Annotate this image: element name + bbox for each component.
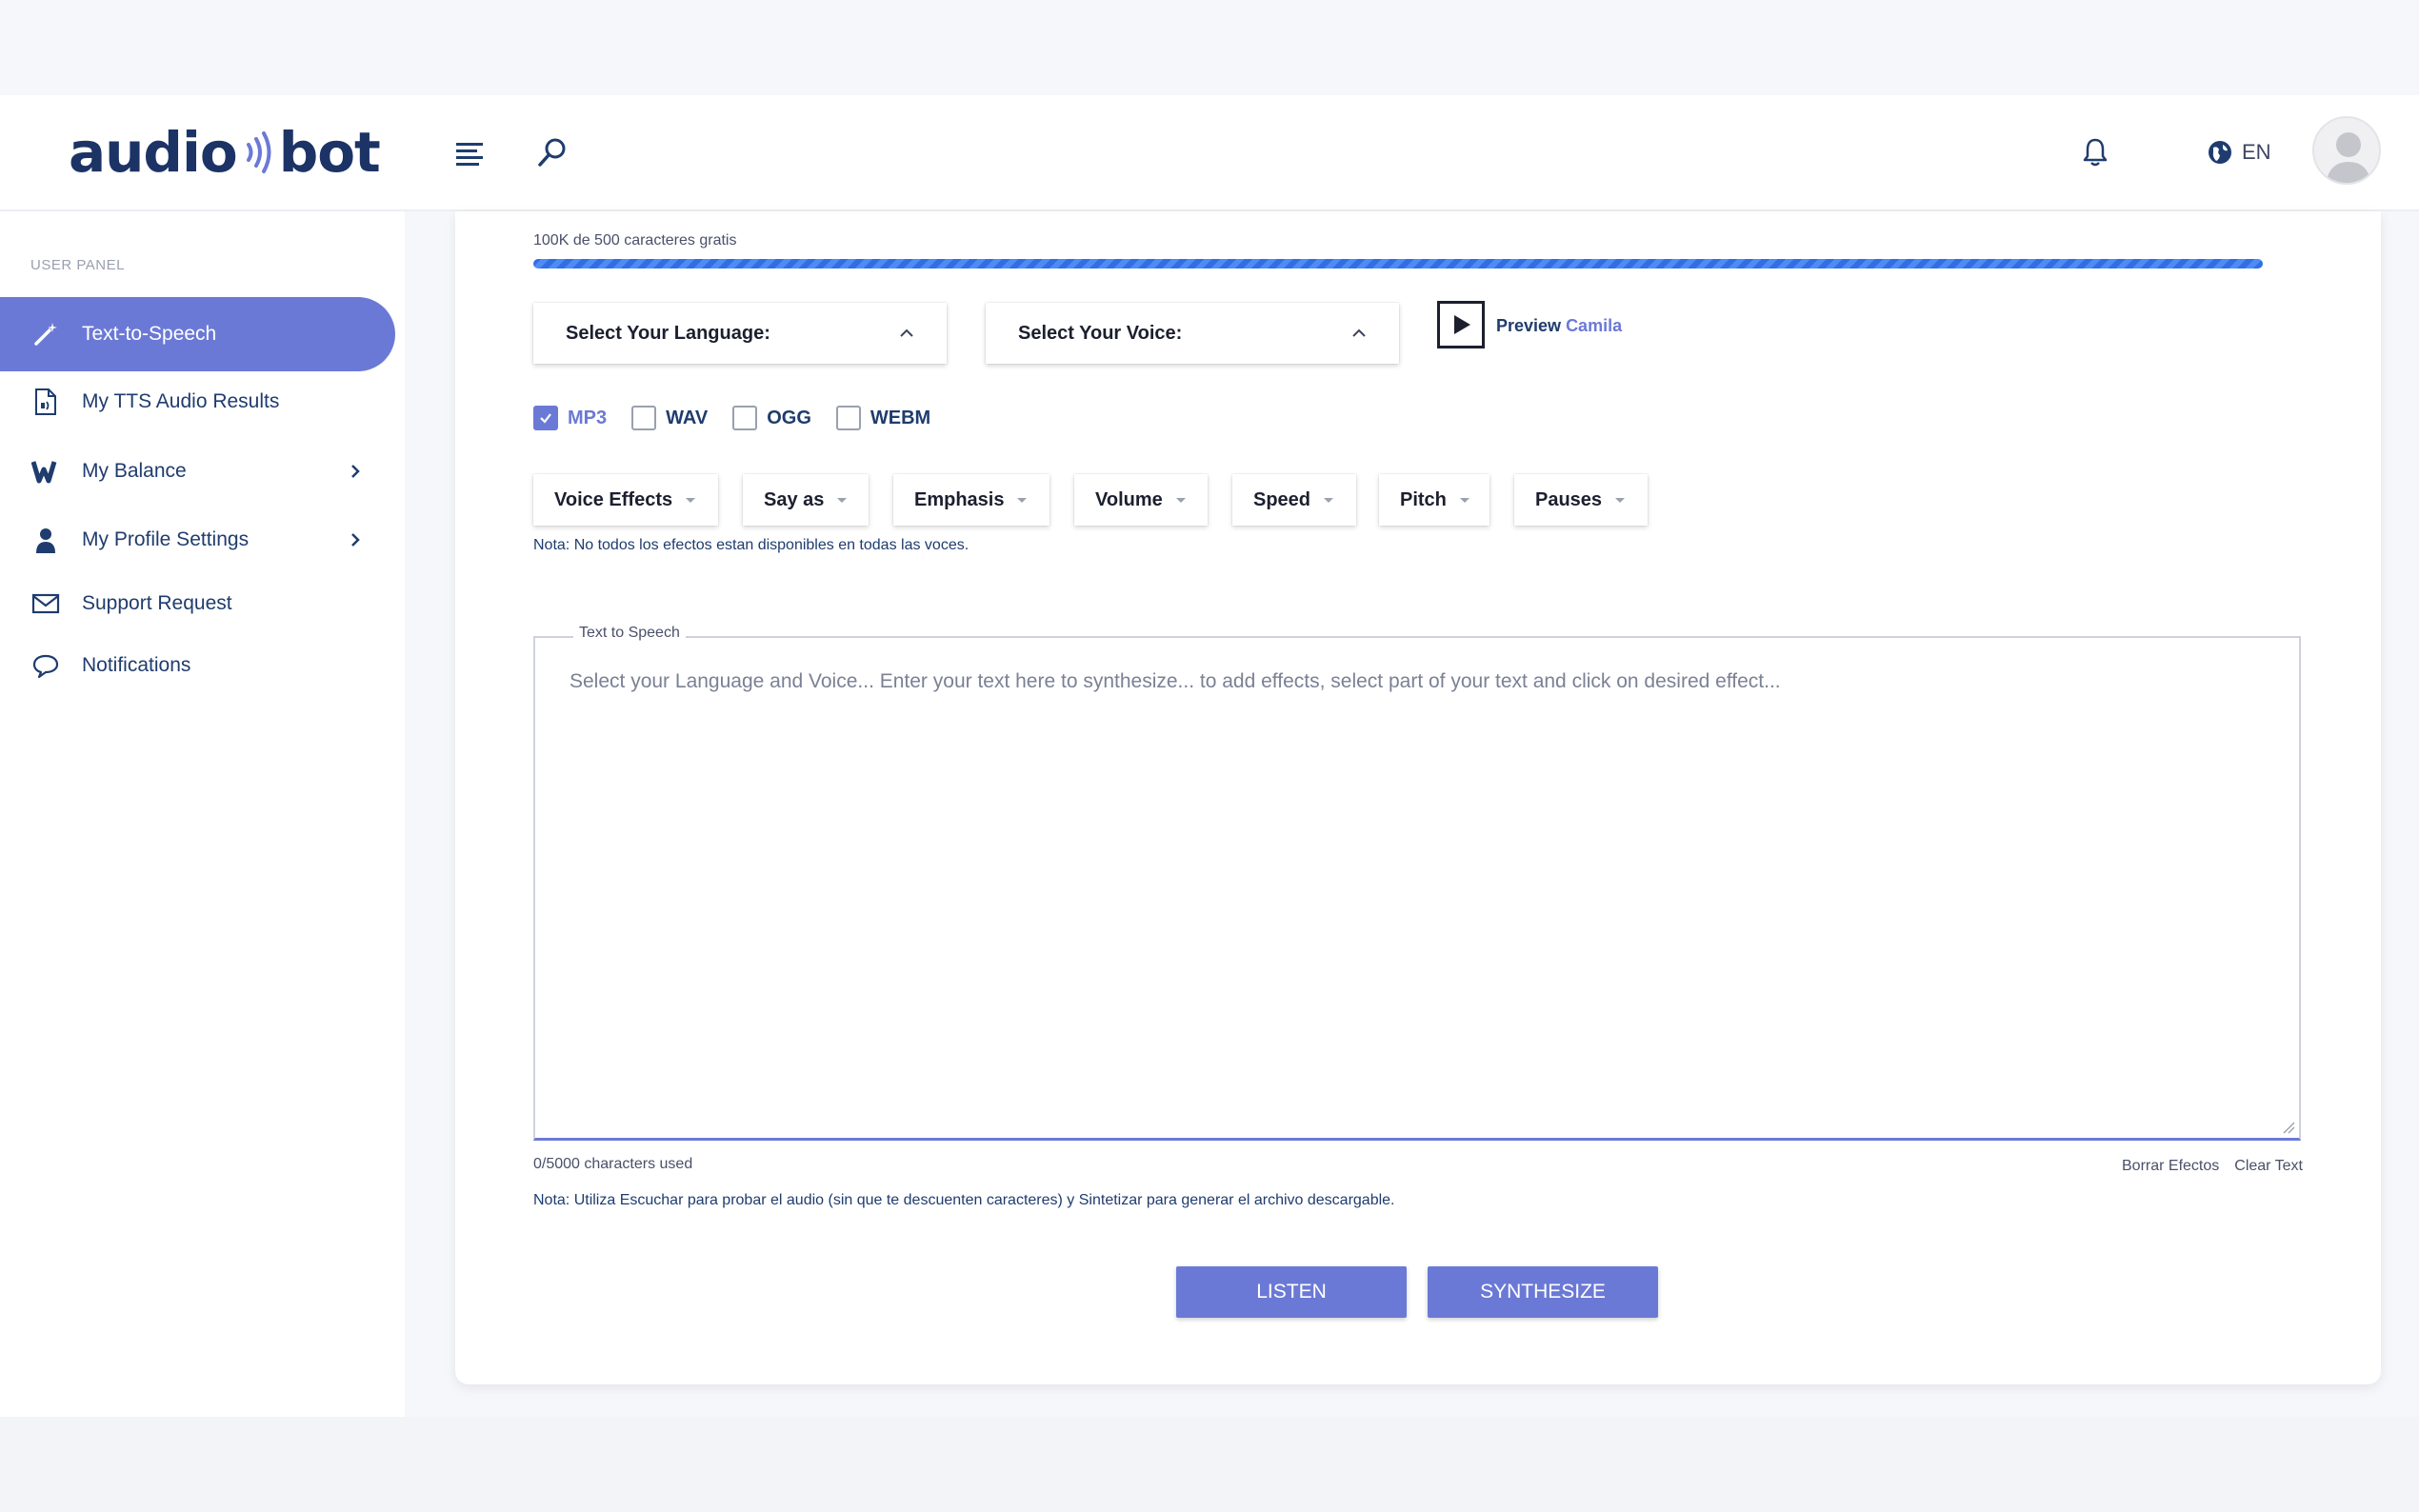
format-webm[interactable]: WEBM: [835, 406, 931, 430]
search-icon[interactable]: [533, 133, 571, 171]
characters-used: 0/5000 characters used: [533, 1156, 693, 1172]
pitch-button[interactable]: Pitch: [1379, 474, 1489, 526]
envelope-icon: [30, 588, 61, 619]
usage-note: Nota: Utiliza Escuchar para probar el au…: [533, 1192, 1395, 1208]
voice-effects-button[interactable]: Voice Effects: [533, 474, 718, 526]
menu-toggle-icon[interactable]: [451, 135, 488, 171]
chevron-right-icon: [351, 533, 360, 547]
format-label: WEBM: [870, 407, 931, 428]
effect-label: Speed: [1253, 488, 1311, 510]
quota-text: 100K de 500 caracteres gratis: [533, 232, 737, 249]
checkbox-checked[interactable]: [533, 406, 558, 430]
checkbox[interactable]: [631, 406, 657, 430]
language-selector[interactable]: EN: [2208, 133, 2271, 171]
voice-dropdown-label: Select Your Voice:: [1018, 322, 1183, 344]
dropdown-caret-icon: [837, 497, 848, 503]
format-mp3[interactable]: MP3: [533, 406, 607, 430]
sidebar-item-text-to-speech[interactable]: Text-to-Speech: [0, 297, 395, 371]
synthesize-button[interactable]: SYNTHESIZE: [1428, 1266, 1658, 1318]
sidebar-item-label: My Balance: [82, 460, 187, 482]
quota-progress-bar: [533, 259, 2263, 269]
checkbox[interactable]: [835, 406, 861, 430]
chevron-right-icon: [351, 465, 360, 478]
format-wav[interactable]: WAV: [631, 406, 708, 430]
preview-play-button[interactable]: [1437, 301, 1485, 348]
resize-grip-icon[interactable]: [2282, 1121, 2295, 1134]
effects-note: Nota: No todos los efectos estan disponi…: [533, 537, 970, 553]
dropdown-caret-icon: [1017, 497, 1028, 503]
format-options: MP3 WAV OGG WEBM: [533, 406, 955, 430]
sidebar-item-label: Notifications: [82, 654, 191, 676]
audiobot-logo[interactable]: audio bot: [69, 120, 381, 185]
dropdown-caret-icon: [1175, 497, 1186, 503]
listen-button[interactable]: LISTEN: [1176, 1266, 1407, 1318]
globe-icon: [2209, 141, 2231, 164]
sidebar-item-my-balance[interactable]: My Balance: [0, 434, 395, 508]
dropdown-caret-icon: [1324, 497, 1334, 503]
sidebar-item-tts-results[interactable]: My TTS Audio Results: [0, 365, 395, 439]
language-dropdown-label: Select Your Language:: [566, 322, 770, 344]
play-icon: [1454, 315, 1470, 334]
audio-file-icon: [30, 387, 61, 417]
sidebar-item-notifications[interactable]: Notifications: [0, 628, 395, 703]
volume-button[interactable]: Volume: [1074, 474, 1208, 526]
tts-legend: Text to Speech: [573, 625, 686, 642]
effect-label: Volume: [1095, 488, 1163, 510]
effect-label: Pauses: [1535, 488, 1603, 510]
user-icon: [30, 525, 61, 555]
clear-text-link[interactable]: Clear Text: [2234, 1158, 2303, 1175]
format-label: WAV: [666, 407, 709, 428]
say-as-button[interactable]: Say as: [743, 474, 869, 526]
sidebar-item-label: Text-to-Speech: [82, 323, 217, 345]
check-icon: [540, 413, 551, 424]
bottom-background: [0, 1417, 2419, 1512]
logo-text-left: audio: [69, 120, 238, 185]
emphasis-button[interactable]: Emphasis: [893, 474, 1050, 526]
checkbox[interactable]: [732, 406, 758, 430]
format-ogg[interactable]: OGG: [732, 406, 811, 430]
sidebar-item-label: My Profile Settings: [82, 528, 250, 550]
app-header: audio bot: [0, 95, 2419, 211]
user-avatar[interactable]: [2312, 116, 2381, 185]
dropdown-caret-icon: [1615, 497, 1626, 503]
bell-icon[interactable]: [2076, 133, 2114, 171]
chat-bubble-icon: [30, 650, 61, 681]
magic-wand-icon: [30, 319, 61, 349]
pauses-button[interactable]: Pauses: [1514, 474, 1648, 526]
wallet-icon: [30, 456, 61, 487]
effect-label: Say as: [764, 488, 825, 510]
top-background: [0, 0, 2419, 95]
chevron-up-icon: [1352, 328, 1366, 337]
sidebar: USER PANEL Text-to-Speech My TTS Audio R…: [0, 211, 405, 1417]
sound-waves-icon: [245, 130, 273, 174]
preview-voice-name: Camila: [1566, 316, 1623, 335]
voice-dropdown[interactable]: Select Your Voice:: [986, 303, 1399, 364]
effect-label: Pitch: [1400, 488, 1447, 510]
text-actions: Borrar Efectos Clear Text: [2122, 1158, 2303, 1175]
tts-text-area[interactable]: Text to Speech Select your Language and …: [533, 625, 2301, 1141]
tts-card: 100K de 500 caracteres gratis Select You…: [455, 211, 2381, 1384]
language-dropdown[interactable]: Select Your Language:: [533, 303, 947, 364]
effect-label: Emphasis: [914, 488, 1005, 510]
preview-label: Preview Camila: [1496, 316, 1622, 336]
logo-text-right: bot: [278, 120, 381, 185]
sidebar-item-label: My TTS Audio Results: [82, 390, 280, 412]
preview-text: Preview: [1496, 316, 1562, 335]
format-label: MP3: [568, 407, 608, 428]
clear-effects-link[interactable]: Borrar Efectos: [2122, 1158, 2219, 1175]
sidebar-item-label: Support Request: [82, 592, 232, 614]
speed-button[interactable]: Speed: [1232, 474, 1356, 526]
dropdown-caret-icon: [686, 497, 696, 503]
dropdown-caret-icon: [1459, 497, 1469, 503]
panel-label: USER PANEL: [30, 257, 125, 273]
effect-label: Voice Effects: [554, 488, 673, 510]
tts-placeholder: Select your Language and Voice... Enter …: [570, 670, 1781, 692]
chevron-up-icon: [900, 328, 913, 337]
format-label: OGG: [767, 407, 811, 428]
language-code: EN: [2242, 140, 2271, 164]
